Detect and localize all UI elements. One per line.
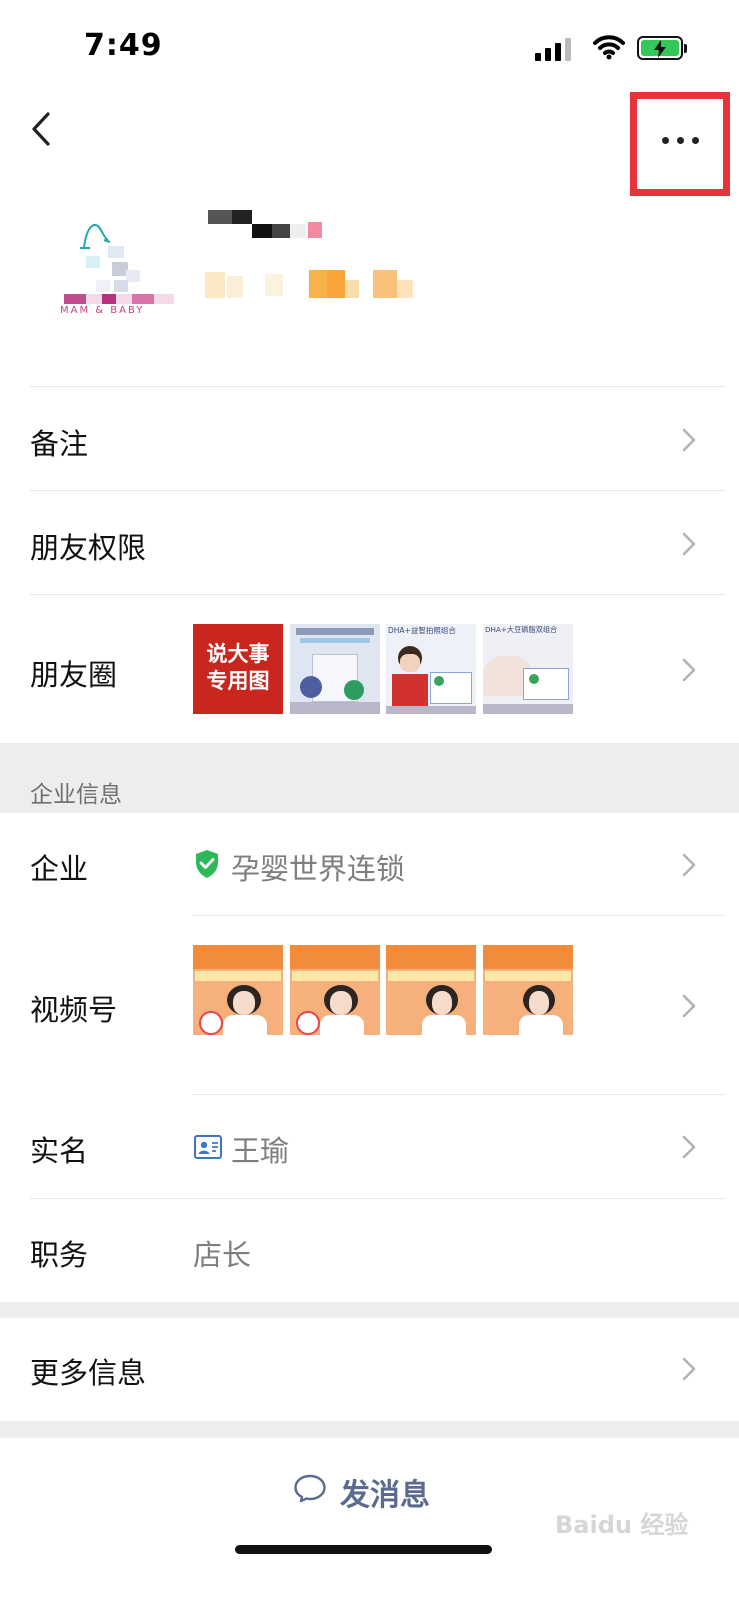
- channels-label: 视频号: [30, 993, 118, 1027]
- moments-thumb-text: DHA+大豆磷脂双组合: [485, 625, 558, 634]
- home-indicator: [235, 1545, 492, 1554]
- chat-bubble-icon: [294, 1474, 326, 1503]
- cellular-signal-icon: [535, 37, 571, 61]
- avatar-caption: MAM & BABY: [60, 305, 145, 316]
- moments-thumb: DHA+益智拍照组合: [386, 624, 476, 714]
- more-dots-icon: [662, 129, 707, 148]
- section-title: 企业信息: [30, 782, 122, 808]
- moments-thumb-text: DHA+益智拍照组合: [388, 626, 456, 635]
- channel-video-thumb: [483, 945, 573, 1035]
- real-name-row[interactable]: [0, 1095, 739, 1198]
- position-row: [0, 1199, 739, 1302]
- id-card-icon: [194, 1135, 222, 1159]
- baidu-watermark: Baidu 经验: [555, 1511, 689, 1539]
- chevron-right-icon: [682, 994, 696, 1018]
- chevron-right-icon: [682, 658, 696, 682]
- more-info-label: 更多信息: [30, 1356, 147, 1390]
- moments-thumb: 说大事 专用图: [193, 624, 283, 714]
- send-message-label: 发消息: [340, 1478, 430, 1513]
- channel-video-thumb: [290, 945, 380, 1035]
- real-name-label: 实名: [30, 1134, 89, 1168]
- remark-row[interactable]: [0, 387, 739, 490]
- company-label: 企业: [30, 852, 89, 886]
- wifi-icon: [593, 35, 625, 60]
- verified-shield-icon: [196, 850, 218, 878]
- more-options-button[interactable]: [630, 92, 730, 196]
- section-gap: [0, 1421, 739, 1438]
- chevron-right-icon: [682, 853, 696, 877]
- chevron-right-icon: [682, 532, 696, 556]
- channel-video-thumb: [193, 945, 283, 1035]
- back-chevron-icon: [32, 112, 50, 146]
- chevron-right-icon: [682, 428, 696, 452]
- moments-thumb: [290, 624, 380, 714]
- remark-label: 备注: [30, 427, 89, 461]
- chevron-right-icon: [682, 1135, 696, 1159]
- back-button[interactable]: [22, 108, 66, 152]
- company-value: 孕婴世界连锁: [231, 852, 406, 886]
- status-time: 7:49: [84, 28, 163, 63]
- moments-label: 朋友圈: [30, 658, 118, 692]
- friend-permission-label: 朋友权限: [30, 531, 147, 565]
- profile-subtitle-blurred: [205, 268, 425, 304]
- chevron-right-icon: [682, 1357, 696, 1381]
- battery-charging-icon: [637, 36, 687, 60]
- real-name-value: 王瑜: [231, 1134, 290, 1168]
- display-name-blurred: [208, 210, 338, 250]
- section-gap: [0, 1302, 739, 1318]
- moments-thumb: DHA+大豆磷脂双组合: [483, 624, 573, 714]
- moments-thumb-text: 说大事 专用图: [206, 642, 270, 693]
- position-label: 职务: [30, 1238, 89, 1272]
- position-value: 店长: [193, 1238, 252, 1272]
- channel-video-thumb: [386, 945, 476, 1035]
